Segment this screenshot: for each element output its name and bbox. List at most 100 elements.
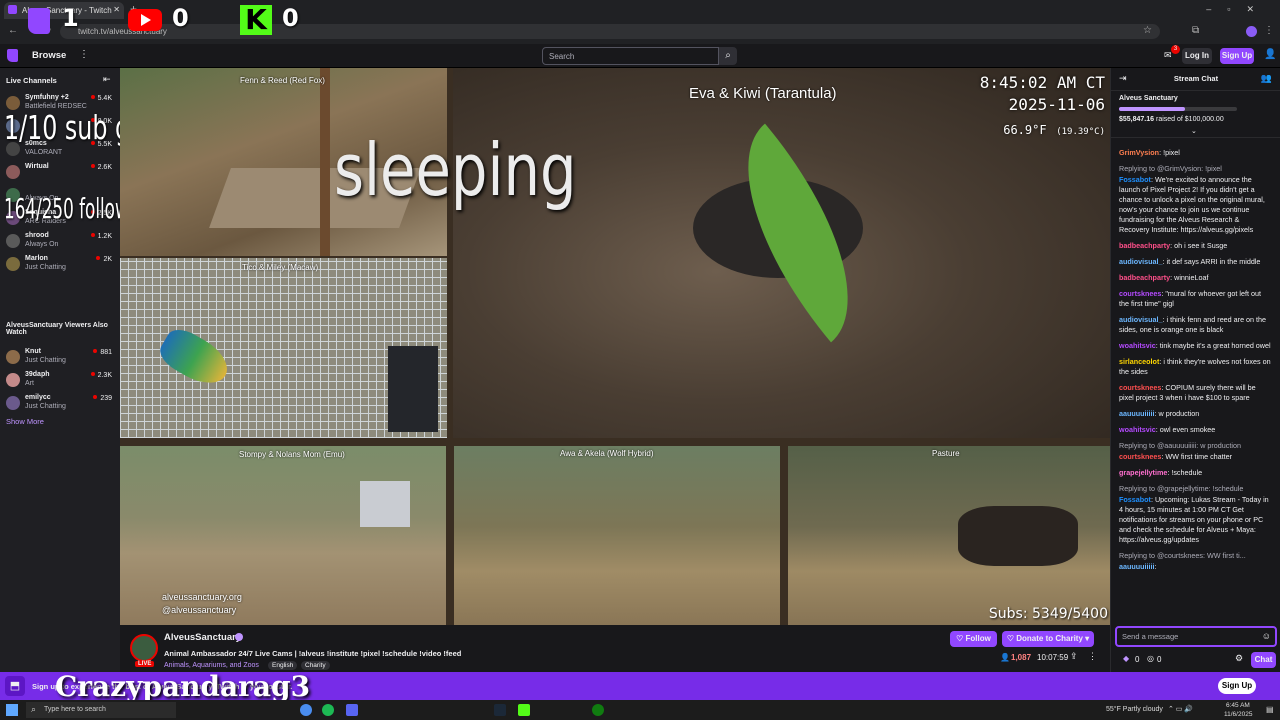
more-menu-icon[interactable]: ⋮ (79, 49, 89, 60)
chat-username[interactable]: audiovisual_ (1119, 315, 1163, 324)
chat-username[interactable]: GrimVysion (1119, 148, 1159, 157)
login-button[interactable]: Log In (1182, 48, 1212, 64)
sidebar-channel-item[interactable]: Marlon Just Chatting 2K (6, 255, 118, 277)
watermark-name: Crazypandarag3 (55, 670, 311, 703)
banner-twitch-icon: ⬒ (5, 676, 25, 696)
stream-category[interactable]: Animals, Aquariums, and Zoos (164, 662, 259, 669)
twitch-counter: 1 (62, 4, 79, 32)
sidebar-channel-item[interactable]: emilycc Just Chatting 239 (6, 394, 118, 416)
steam-taskbar-icon[interactable] (494, 704, 506, 716)
video-player[interactable]: Fenn & Reed (Red Fox) Eva & Kiwi (Tarant… (120, 68, 1110, 625)
bookmark-star-icon[interactable]: ☆ (1143, 25, 1152, 36)
search-input[interactable]: Search (542, 47, 719, 65)
address-bar[interactable]: twitch.tv/alveussanctuary ☆ (60, 24, 1160, 39)
search-button[interactable]: ⌕ (719, 47, 737, 65)
follow-button[interactable]: ♡ Follow (950, 631, 997, 647)
kick-taskbar-icon[interactable] (518, 704, 530, 716)
kick-counter-icon: K (240, 5, 272, 35)
spotify-taskbar-icon[interactable] (322, 704, 334, 716)
chat-username[interactable]: Fossabot (1119, 495, 1151, 504)
channel-name[interactable]: AlveusSanctuary (164, 632, 241, 643)
back-icon[interactable]: ← (8, 25, 18, 36)
bits-icon[interactable]: ◆ (1123, 654, 1129, 663)
chat-username[interactable]: sirlanceolot (1119, 357, 1159, 366)
close-tab-icon[interactable]: ✕ (113, 5, 120, 14)
tray-icons[interactable]: ⌃ ▭ 🔊 (1168, 705, 1193, 713)
signup-button[interactable]: Sign Up (1220, 48, 1254, 64)
taskbar-search-placeholder: Type here to search (44, 706, 106, 713)
notifications-icon[interactable]: ✉ (1164, 50, 1172, 61)
chat-message: woahitsvic: tink maybe it's a great horn… (1119, 341, 1271, 351)
browse-link[interactable]: Browse (32, 50, 66, 61)
chat-username[interactable]: audiovisual_ (1119, 257, 1163, 266)
charity-name: Alveus Sanctuary (1119, 95, 1178, 102)
taskbar-search[interactable]: ⌕ Type here to search (26, 702, 176, 718)
chrome-taskbar-icon[interactable] (300, 704, 312, 716)
collapse-sidebar-icon[interactable]: ⇤ (103, 74, 111, 85)
user-menu-icon[interactable]: 👤 (1264, 49, 1276, 60)
banner-signup-button[interactable]: Sign Up (1218, 678, 1256, 694)
sidebar: Live Channels ⇤ Symfuhny +2 Battlefield R… (0, 68, 120, 672)
chat-users-icon[interactable]: 👥 (1261, 73, 1272, 84)
raised-text: raised of $100,000.00 (1156, 116, 1224, 123)
xbox-taskbar-icon[interactable] (592, 704, 604, 716)
donate-button[interactable]: ♡ Donate to Charity ▾ (1002, 631, 1094, 647)
chat-username[interactable]: woahitsvic (1119, 341, 1156, 350)
twitch-logo-icon[interactable] (7, 49, 18, 62)
sidebar-channel-item[interactable]: Knut Just Chatting 881 (6, 348, 118, 370)
chat-input[interactable]: Send a message ☺ (1115, 626, 1277, 647)
viewer-icon: 👤 (1000, 653, 1010, 662)
chat-username[interactable]: courtsknees (1119, 452, 1161, 461)
show-more-link[interactable]: Show More (6, 417, 44, 426)
clock-time: 8:45:02 AM CT (979, 73, 1105, 92)
wolf-cam: Awa & Akela (Wolf Hybrid) (454, 446, 780, 625)
tarantula-cam: Eva & Kiwi (Tarantula) 8:45:02 AM CT 202… (453, 68, 1110, 438)
chat-username[interactable]: aauuuuiiiii (1119, 409, 1155, 418)
wolf-cam-label: Awa & Akela (Wolf Hybrid) (560, 449, 654, 458)
discord-taskbar-icon[interactable] (346, 704, 358, 716)
more-options-icon[interactable]: ⋮ (1088, 651, 1097, 662)
chat-reply-context: Replying to @aauuuuiiiii: w production (1119, 441, 1241, 450)
channel-name: Marlon (25, 255, 48, 262)
start-button[interactable] (6, 704, 18, 716)
chat-username[interactable]: courtsknees (1119, 383, 1161, 392)
channel-avatar[interactable] (130, 634, 158, 662)
close-window-icon[interactable]: ✕ (1246, 4, 1270, 14)
extensions-icon[interactable]: ⧉ (1192, 25, 1199, 36)
weather-widget[interactable]: 55°F Partly cloudy (1106, 706, 1163, 713)
sidebar-channel-item[interactable]: shrood Always On 1.2K (6, 232, 118, 254)
notification-center-icon[interactable]: ▤ (1266, 705, 1274, 714)
tag-charity[interactable]: Charity (301, 661, 330, 670)
sidebar-channel-item[interactable]: 39daph Art 2.3K (6, 371, 118, 393)
share-icon[interactable]: ⇪ (1070, 651, 1078, 662)
channel-avatar (6, 257, 20, 271)
chat-username[interactable]: courtsknees (1119, 289, 1161, 298)
emote-picker-icon[interactable]: ☺ (1262, 631, 1271, 641)
chat-username[interactable]: aauuuuiiiii (1119, 562, 1155, 571)
sidebar-channel-item[interactable]: Wirtual 2.6K (6, 163, 118, 185)
chat-message: aauuuuiiiii: (1119, 562, 1271, 572)
chat-username[interactable]: woahitsvic (1119, 425, 1156, 434)
stream-info-bar: LIVE AlveusSanctuary Animal Ambassador 2… (120, 625, 1110, 672)
charity-widget[interactable]: Alveus Sanctuary $55,847.16 raised of $1… (1111, 90, 1280, 138)
chat-reply-context: Replying to @grapejellytime: !schedule (1119, 484, 1244, 493)
charity-progress-fill (1119, 107, 1185, 111)
maximize-icon[interactable]: ▫ (1227, 4, 1246, 14)
verified-icon (235, 633, 243, 641)
shed-shape (360, 481, 410, 527)
expand-chevron-icon[interactable]: ⌄ (1191, 127, 1197, 135)
chat-username[interactable]: grapejellytime (1119, 468, 1167, 477)
chat-message: audiovisual_: it def says ARRI in the mi… (1119, 257, 1271, 267)
points-icon[interactable]: ◎ (1147, 654, 1154, 663)
minimize-icon[interactable]: – (1206, 4, 1227, 14)
chat-message: Fossabot: We're excited to announce the … (1119, 175, 1271, 235)
profile-avatar[interactable] (1246, 26, 1257, 37)
chat-settings-icon[interactable]: ⚙ (1235, 653, 1243, 664)
chat-send-button[interactable]: Chat (1251, 652, 1276, 668)
tag-english[interactable]: English (268, 661, 298, 670)
browser-menu-icon[interactable]: ⋮ (1264, 25, 1274, 36)
chat-username[interactable]: badbeachparty (1119, 241, 1170, 250)
chat-text: w production (1158, 409, 1200, 418)
chat-username[interactable]: badbeachparty (1119, 273, 1170, 282)
chat-username[interactable]: Fossabot (1119, 175, 1151, 184)
